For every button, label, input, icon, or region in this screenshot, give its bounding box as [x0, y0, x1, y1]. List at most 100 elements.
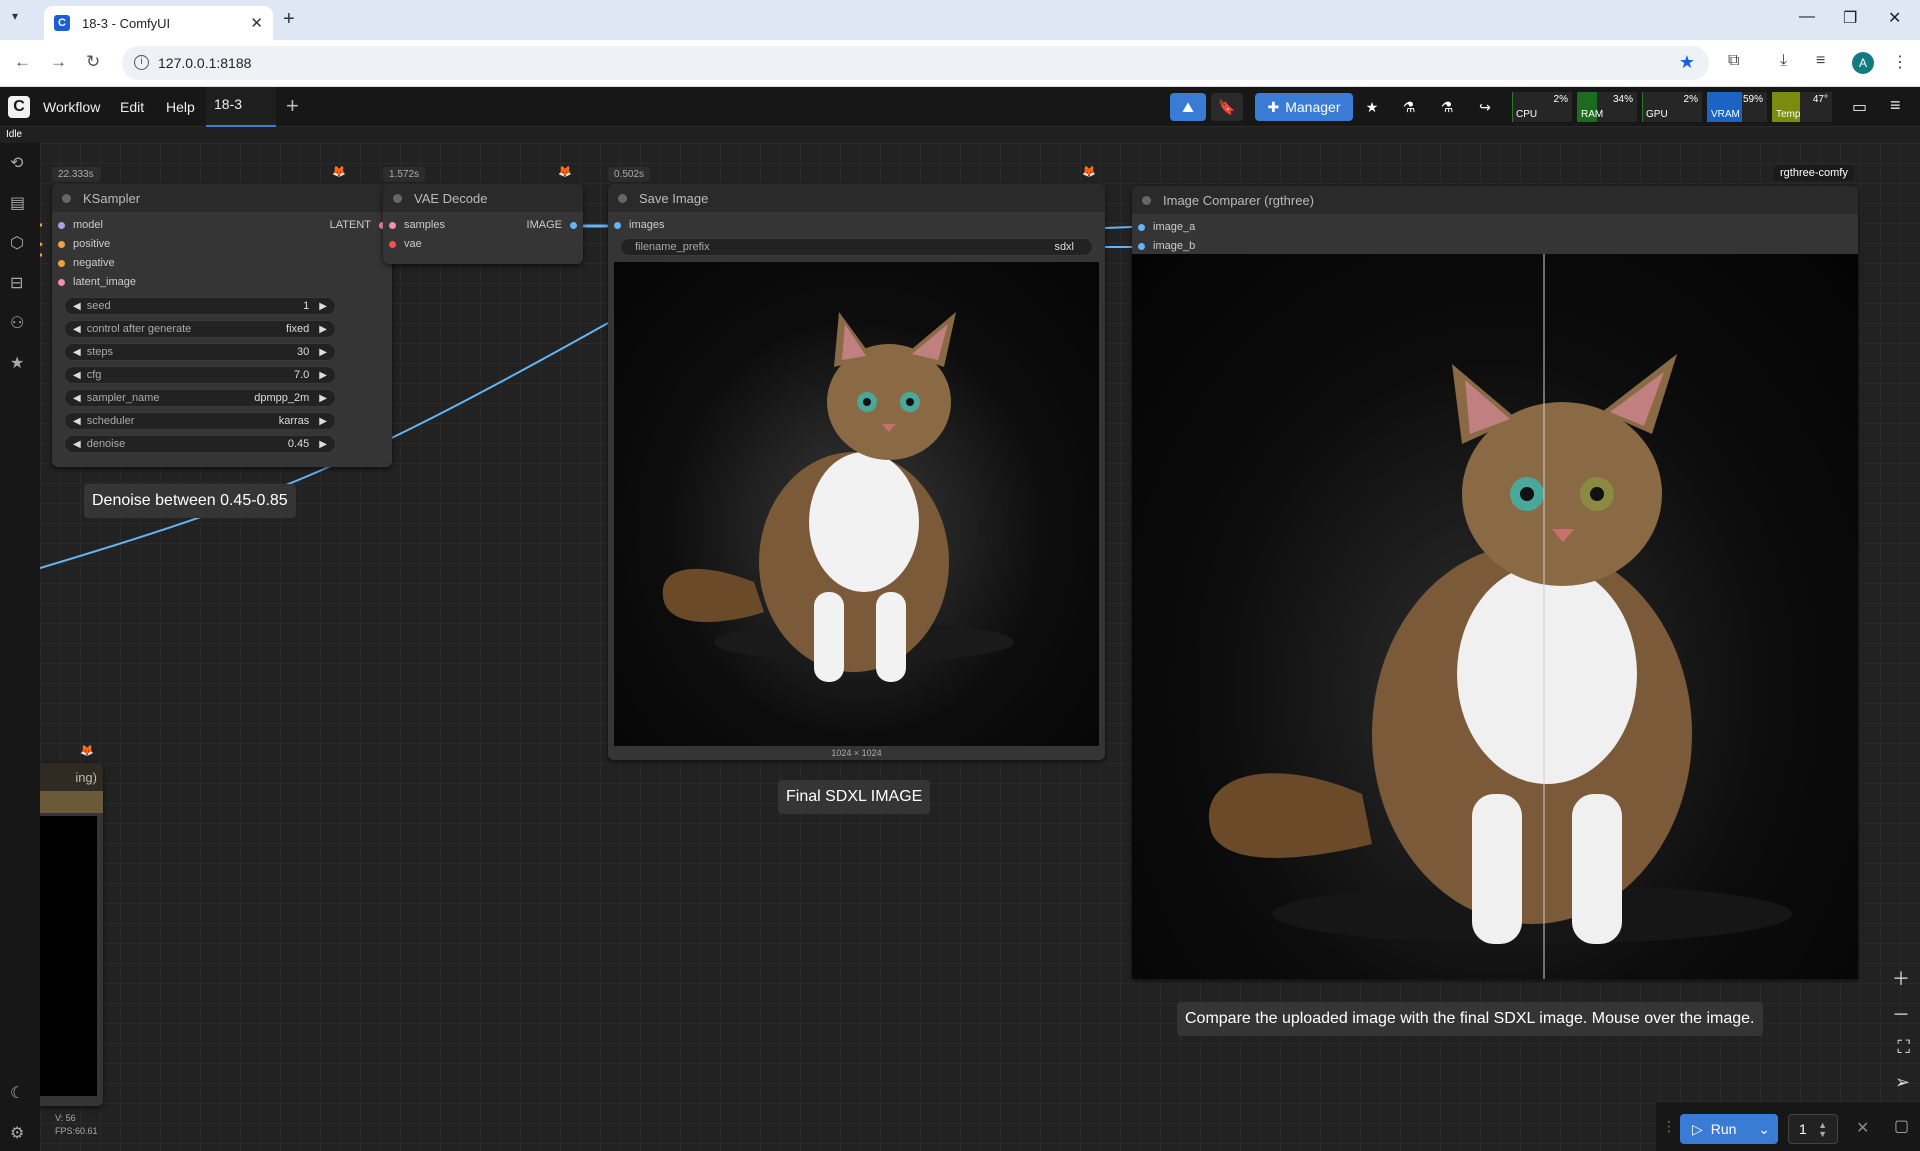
output-image-preview[interactable] — [614, 262, 1099, 746]
menu-workflow[interactable]: Workflow — [43, 99, 100, 115]
widget-cfg[interactable]: ◀ cfg 7.0 ▶ — [64, 366, 336, 384]
fit-view-icon[interactable]: ⛶ — [1897, 1037, 1910, 1058]
vae-decode-node[interactable]: VAE Decode samples vae IMAGE — [383, 184, 583, 264]
new-workflow-icon[interactable]: + — [286, 93, 299, 119]
workflow-tab[interactable]: 18-3 — [206, 87, 276, 127]
partial-node[interactable]: ing) — [40, 763, 103, 1106]
widget-control-after-generate[interactable]: ◀ control after generate fixed ▶ — [64, 320, 336, 338]
image-comparer-node[interactable]: Image Comparer (rgthree) image_a image_b — [1132, 186, 1858, 979]
folder-icon[interactable]: ⊟ — [10, 273, 23, 293]
input-image-b[interactable]: image_b — [1138, 240, 1195, 252]
widget-scheduler[interactable]: ◀ scheduler karras ▶ — [64, 412, 336, 430]
save-image-node[interactable]: Save Image images filename_prefix sdxl 1… — [608, 184, 1105, 760]
stepper-icon[interactable]: ▲ ▼ — [1818, 1121, 1827, 1139]
share-icon[interactable]: ↪ — [1471, 93, 1499, 121]
bookmark-icon[interactable]: 🔖 — [1211, 93, 1243, 121]
ksampler-node[interactable]: KSampler model positive negative latent_… — [52, 184, 392, 467]
ksampler-title: KSampler — [83, 190, 141, 206]
model-library-icon[interactable]: ⚇ — [10, 313, 24, 333]
star-icon[interactable]: ★ — [1358, 93, 1386, 121]
settings-gear-icon[interactable]: ⚙ — [10, 1123, 24, 1143]
node-library-icon[interactable]: ⬡ — [10, 233, 24, 253]
temp-label: Temp — [1776, 109, 1801, 120]
widget-name: denoise — [86, 438, 126, 450]
collapse-dot[interactable] — [62, 193, 71, 203]
queue-list-icon[interactable]: ▤ — [10, 193, 25, 213]
note-denoise[interactable]: Denoise between 0.45-0.85 — [84, 484, 296, 518]
widget-steps[interactable]: ◀ steps 30 ▶ — [64, 343, 336, 361]
profile-avatar[interactable]: A — [1852, 52, 1874, 74]
widget-name: seed — [86, 300, 111, 312]
input-samples[interactable]: samples — [389, 219, 445, 231]
comparer-image[interactable] — [1132, 254, 1858, 979]
queue-mode-icon[interactable]: ⛰ — [1170, 93, 1206, 121]
input-image-a[interactable]: image_a — [1138, 221, 1195, 233]
chevron-down-icon[interactable]: ⌄ — [1758, 1121, 1770, 1138]
widget-name: steps — [86, 346, 113, 358]
input-latent-image[interactable]: latent_image — [58, 276, 136, 288]
collapse-dot[interactable] — [618, 193, 627, 203]
close-tab-icon[interactable]: ✕ — [250, 14, 263, 32]
collapse-dot[interactable] — [393, 193, 402, 203]
widget-seed[interactable]: ◀ seed 1 ▶ — [64, 297, 336, 315]
cat-image — [662, 312, 1014, 682]
model-icon[interactable]: ⚗ — [1395, 93, 1423, 121]
orange-links — [40, 223, 43, 257]
minimize-icon[interactable]: — — [1799, 8, 1815, 26]
menu-edit[interactable]: Edit — [120, 99, 144, 115]
input-positive[interactable]: positive — [58, 238, 110, 250]
site-info-icon[interactable]: i — [134, 55, 149, 70]
input-vae[interactable]: vae — [389, 238, 422, 250]
output-latent[interactable]: LATENT — [330, 219, 386, 231]
pointer-mode-icon[interactable]: ➢ — [1895, 1072, 1910, 1093]
note-final[interactable]: Final SDXL IMAGE — [778, 780, 931, 814]
back-icon[interactable]: ← — [14, 52, 31, 72]
slot-label: images — [629, 219, 665, 231]
widget-denoise[interactable]: ◀ denoise 0.45 ▶ — [64, 435, 336, 453]
queue-status: Idle — [6, 129, 23, 140]
widget-value: 30 — [297, 346, 310, 358]
input-negative[interactable]: negative — [58, 257, 115, 269]
new-tab-icon[interactable]: + — [283, 8, 295, 31]
collapse-dot[interactable] — [1142, 195, 1151, 205]
partial-node-preview[interactable] — [40, 816, 97, 1096]
cpu-label: CPU — [1516, 109, 1538, 120]
window-close-icon[interactable]: ✕ — [1888, 8, 1901, 28]
graph-canvas[interactable]: 22.333s 🦊 KSampler model positive negati… — [40, 143, 1920, 1151]
media-icon[interactable]: ≡ — [1816, 52, 1825, 70]
input-images[interactable]: images — [614, 219, 664, 231]
download-icon[interactable]: ⤓ — [1780, 52, 1787, 70]
note-compare[interactable]: Compare the uploaded image with the fina… — [1177, 1002, 1763, 1036]
zoom-in-icon[interactable]: ＋ — [1892, 965, 1910, 991]
hamburger-menu-icon[interactable]: ≡ — [1890, 95, 1901, 116]
reload-icon[interactable]: ↻ — [86, 52, 100, 72]
manager-button[interactable]: ✚ Manager — [1255, 93, 1353, 121]
tab-list-chevron-icon[interactable]: ▾ — [12, 9, 18, 23]
cancel-icon[interactable]: ✕ — [1856, 1118, 1869, 1138]
gpu-value: 2% — [1683, 94, 1698, 105]
comfy-logo-icon[interactable]: C — [8, 96, 30, 118]
menu-help[interactable]: Help — [166, 99, 195, 115]
forward-icon[interactable]: → — [50, 52, 67, 72]
widget-sampler-name[interactable]: ◀ sampler_name dpmpp_2m ▶ — [64, 389, 336, 407]
browser-tab[interactable]: C 18-3 - ComfyUI ✕ — [44, 6, 273, 40]
restore-icon[interactable]: ❐ — [1843, 8, 1857, 28]
vram-value: 59% — [1742, 94, 1763, 105]
bookmark-star-icon[interactable]: ★ — [1679, 52, 1695, 73]
url-bar[interactable]: i 127.0.0.1:8188 ★ — [122, 46, 1709, 80]
queue-panel-icon[interactable]: ▢ — [1894, 1116, 1909, 1136]
run-button[interactable]: ▷ Run ⌄ — [1680, 1114, 1778, 1144]
favorites-star-icon[interactable]: ★ — [10, 353, 24, 373]
zoom-out-icon[interactable]: － — [1892, 1001, 1910, 1027]
extensions-icon[interactable]: ⧉ — [1728, 52, 1739, 70]
theme-moon-icon[interactable]: ☾ — [10, 1083, 24, 1103]
batch-count-input[interactable]: 1 ▲ ▼ — [1788, 1114, 1838, 1144]
output-image[interactable]: IMAGE — [527, 219, 577, 231]
panel-toggle-icon[interactable]: ▭ — [1852, 97, 1867, 117]
input-model[interactable]: model — [58, 219, 103, 231]
widget-filename-prefix[interactable]: filename_prefix sdxl — [620, 238, 1093, 256]
history-icon[interactable]: ⟲ — [10, 153, 23, 173]
model-alt-icon[interactable]: ⚗ — [1433, 93, 1461, 121]
browser-menu-icon[interactable]: ⋮ — [1892, 52, 1908, 72]
widget-value: 7.0 — [294, 369, 310, 381]
